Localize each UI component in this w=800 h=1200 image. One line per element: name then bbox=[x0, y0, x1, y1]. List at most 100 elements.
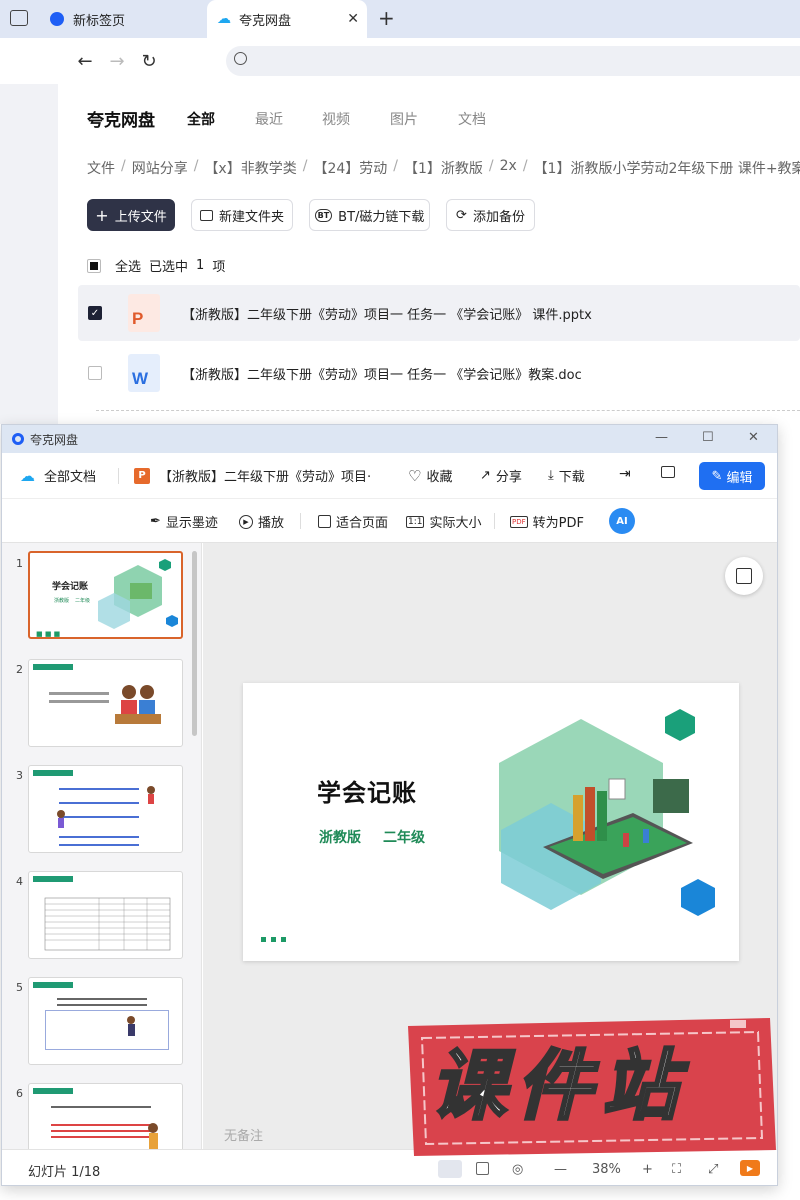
download-icon: ⤓ bbox=[548, 468, 554, 483]
ppt-icon: P bbox=[134, 467, 150, 484]
all-docs-button[interactable]: ☁ 全部文档 bbox=[20, 466, 96, 486]
drive-logo: 夸克网盘 bbox=[87, 111, 155, 131]
feather-icon: ✒ bbox=[150, 514, 161, 529]
show-ink-button[interactable]: ✒ 显示墨迹 bbox=[150, 512, 218, 531]
slide-thumbnail[interactable] bbox=[28, 1083, 183, 1149]
slide-subtitle: 浙教版 二年级 bbox=[319, 827, 425, 847]
doc-title-label: 【浙教版】二年级下册《劳动》项目· bbox=[159, 470, 372, 485]
breadcrumb-item[interactable]: 【24】劳动 bbox=[313, 158, 387, 178]
thumb-number: 4 bbox=[16, 875, 23, 888]
download-button[interactable]: ⤓ 下载 bbox=[548, 466, 585, 485]
close-window-button[interactable]: ✕ bbox=[748, 430, 759, 445]
add-backup-button[interactable]: ⟳ 添加备份 bbox=[446, 199, 535, 231]
annotation-icon[interactable] bbox=[438, 1160, 462, 1178]
play-label: 播放 bbox=[258, 516, 285, 531]
maximize-button[interactable]: ☐ bbox=[702, 430, 714, 445]
slide-thumbnail[interactable] bbox=[28, 977, 183, 1065]
play-icon: ▶ bbox=[239, 514, 253, 529]
tab-image[interactable]: 图片 bbox=[390, 109, 418, 129]
bt-download-button[interactable]: BT BT/磁力链下载 bbox=[309, 199, 430, 231]
slide-thumbnail[interactable] bbox=[28, 871, 183, 959]
tab-label: 新标签页 bbox=[73, 13, 126, 29]
divider bbox=[494, 513, 495, 529]
new-folder-button[interactable]: 新建文件夹 bbox=[191, 199, 293, 231]
play-slideshow-icon[interactable]: ▶ bbox=[740, 1160, 760, 1176]
thumbnail-scrollbar[interactable] bbox=[192, 551, 197, 736]
file-row[interactable]: W 【浙教版】二年级下册《劳动》项目一 任务一 《学会记账》教案.doc bbox=[78, 345, 800, 401]
breadcrumb-item[interactable]: 【x】非教学类 bbox=[204, 158, 296, 178]
tab-video[interactable]: 视频 bbox=[322, 109, 350, 129]
tab-recent[interactable]: 最近 bbox=[255, 109, 283, 129]
watermark-stamp: 课件站 bbox=[400, 1012, 780, 1160]
globe-icon[interactable]: ◎ bbox=[512, 1162, 523, 1177]
new-tab-button[interactable]: + bbox=[378, 6, 395, 30]
doc-icon-letter: W bbox=[132, 369, 149, 388]
cloud-icon: ☁ bbox=[217, 11, 231, 27]
breadcrumb-sep: / bbox=[488, 158, 494, 174]
pencil-icon: ✎ bbox=[711, 468, 723, 484]
pdf-export-icon[interactable] bbox=[725, 557, 763, 595]
tab-all[interactable]: 全部 bbox=[187, 109, 215, 129]
quark-logo-icon bbox=[12, 433, 24, 445]
comment-icon[interactable] bbox=[661, 466, 675, 478]
close-tab-icon[interactable]: ✕ bbox=[347, 11, 359, 27]
slide-dots bbox=[261, 937, 286, 942]
breadcrumb-item[interactable]: 网站分享 bbox=[132, 158, 188, 178]
drive-page: 夸克网盘 全部 最近 视频 图片 文档 文件 / 网站分享 / 【x】非教学类 / 【… bbox=[58, 84, 800, 424]
upload-label: 上传文件 bbox=[114, 209, 167, 225]
fit-page-button[interactable]: 适合页面 bbox=[318, 512, 388, 531]
slide-thumbnail[interactable]: 学会记账 浙教版 二年级 ■ ■ ■ bbox=[28, 551, 183, 639]
breadcrumb-item[interactable]: 2x bbox=[500, 158, 517, 178]
plus-icon: + bbox=[95, 205, 109, 225]
select-all-label[interactable]: 全选 bbox=[115, 256, 141, 275]
watermark-text: 课件站 bbox=[429, 1040, 688, 1132]
breadcrumb-sep: / bbox=[302, 158, 308, 174]
to-pdf-button[interactable]: PDF 转为PDF bbox=[510, 512, 584, 531]
reload-button[interactable]: ↻ bbox=[138, 50, 160, 72]
tab-docs[interactable]: 文档 bbox=[458, 109, 486, 129]
new-folder-label: 新建文件夹 bbox=[218, 209, 284, 225]
ai-assistant-button[interactable]: AI bbox=[609, 508, 635, 534]
heart-icon: ♡ bbox=[408, 466, 422, 485]
slide-counter: 幻灯片 1/18 bbox=[28, 1165, 101, 1180]
select-all-checkbox[interactable] bbox=[87, 258, 101, 273]
share-button[interactable]: ↗ 分享 bbox=[480, 466, 522, 485]
share-icon: ↗ bbox=[480, 468, 491, 483]
zoom-in-icon[interactable]: + bbox=[642, 1162, 653, 1177]
actual-size-label: 实际大小 bbox=[429, 516, 482, 531]
breadcrumb-item[interactable]: 【1】浙教版小学劳动2年级下册 课件+教案 bbox=[534, 158, 800, 178]
breadcrumb-sep: / bbox=[193, 158, 199, 174]
address-bar[interactable] bbox=[226, 46, 800, 76]
zoom-out-icon[interactable]: — bbox=[554, 1162, 567, 1177]
fullscreen-icon[interactable]: ⤢ bbox=[708, 1162, 718, 1177]
breadcrumb-item[interactable]: 文件 bbox=[87, 158, 115, 178]
fit-icon[interactable]: ⛶ bbox=[672, 1162, 681, 1177]
tab-quark-drive[interactable]: ☁ 夸克网盘 ✕ bbox=[207, 0, 367, 38]
file-checkbox[interactable] bbox=[88, 366, 102, 380]
sidebar-toggle-icon[interactable] bbox=[10, 10, 28, 26]
upload-button[interactable]: + 上传文件 bbox=[87, 199, 175, 231]
tab-new-tab[interactable]: 新标签页 bbox=[42, 0, 202, 38]
slide-thumbnail[interactable] bbox=[28, 765, 183, 853]
edit-button[interactable]: ✎ 编辑 bbox=[699, 462, 765, 490]
doc-title: P 【浙教版】二年级下册《劳动》项目· bbox=[134, 466, 371, 485]
play-button[interactable]: ▶ 播放 bbox=[239, 512, 284, 531]
one-to-one-icon: 1:1 bbox=[406, 515, 425, 528]
file-name[interactable]: 【浙教版】二年级下册《劳动》项目一 任务一 《学会记账》教案.doc bbox=[182, 364, 582, 383]
file-checkbox[interactable]: ✓ bbox=[88, 306, 102, 320]
breadcrumb-sep: / bbox=[522, 158, 528, 174]
favorite-button[interactable]: ♡ 收藏 bbox=[408, 466, 452, 486]
slide-notes: 无备注 bbox=[224, 1129, 264, 1144]
breadcrumb-item[interactable]: 【1】浙教版 bbox=[404, 158, 483, 178]
minimize-button[interactable]: — bbox=[655, 430, 668, 445]
forward-button[interactable]: → bbox=[106, 50, 128, 72]
file-name[interactable]: 【浙教版】二年级下册《劳动》项目一 任务一 《学会记账》 课件.pptx bbox=[182, 304, 592, 323]
grid-view-icon[interactable] bbox=[476, 1162, 489, 1175]
open-external-icon[interactable]: ⇥ bbox=[619, 466, 631, 482]
slide-thumbnail[interactable] bbox=[28, 659, 183, 747]
file-row[interactable]: ✓ P 【浙教版】二年级下册《劳动》项目一 任务一 《学会记账》 课件.pptx bbox=[78, 285, 800, 341]
slide-thumbnails-panel: 1 学会记账 浙教版 二年级 ■ ■ ■ 2 3 4 5 6 bbox=[2, 543, 202, 1149]
back-button[interactable]: ← bbox=[74, 50, 96, 72]
actual-size-button[interactable]: 1:1 实际大小 bbox=[406, 512, 482, 531]
thumb-table bbox=[44, 897, 171, 951]
